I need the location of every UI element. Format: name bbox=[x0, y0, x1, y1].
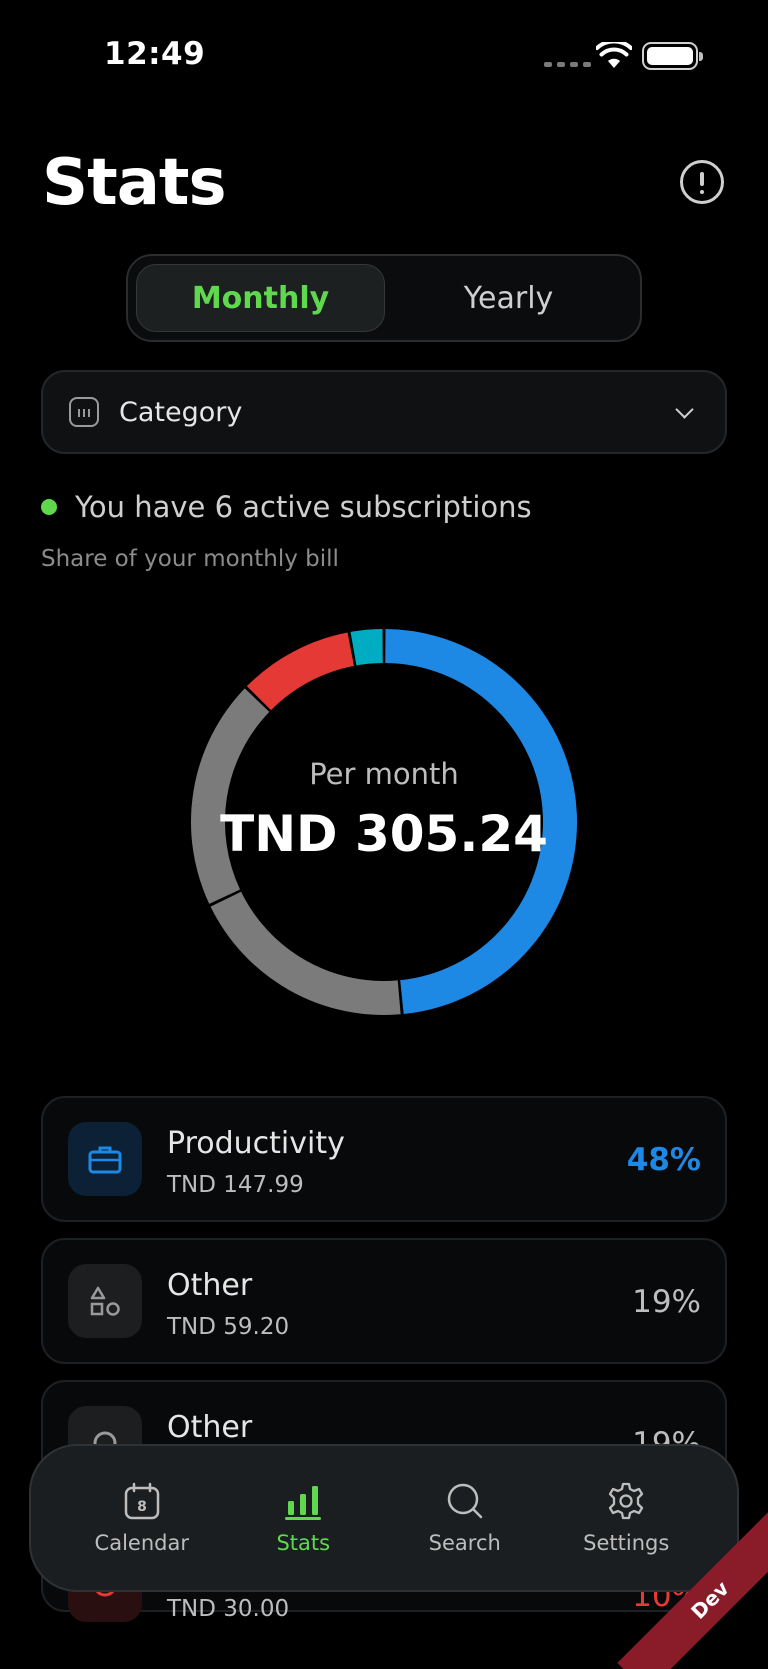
donut-chart: Per month TND 305.24 bbox=[182, 620, 586, 1024]
period-toggle: Monthly Yearly bbox=[126, 254, 642, 342]
status-bar: 12:49 bbox=[0, 0, 768, 110]
calendar-day: 8 bbox=[137, 1499, 147, 1515]
chevron-down-icon bbox=[675, 399, 694, 419]
wifi-icon bbox=[596, 42, 632, 68]
category-amount: TND 147.99 bbox=[167, 1172, 304, 1198]
page-title: Stats bbox=[42, 146, 227, 220]
briefcase-icon bbox=[68, 1122, 142, 1196]
calendar-icon: 8 bbox=[124, 1482, 159, 1520]
category-amount: TND 59.20 bbox=[167, 1314, 290, 1340]
nav-item-stats[interactable]: Stats bbox=[238, 1481, 368, 1555]
category-percent: 19% bbox=[632, 1284, 701, 1320]
stats-icon bbox=[285, 1486, 322, 1520]
nav-label: Settings bbox=[583, 1531, 670, 1555]
tab-yearly[interactable]: Yearly bbox=[385, 264, 632, 332]
group-by-value: Category bbox=[119, 396, 243, 428]
search-icon bbox=[447, 1483, 482, 1519]
status-dot-icon bbox=[41, 499, 57, 515]
group-by-select[interactable]: Category bbox=[41, 370, 727, 454]
category-icon bbox=[69, 397, 99, 427]
bottom-nav: 8 Calendar Stats Search Settings bbox=[29, 1444, 739, 1592]
category-percent: 48% bbox=[626, 1142, 701, 1178]
share-label: Share of your monthly bill bbox=[41, 546, 339, 572]
category-card-other[interactable]: Other TND 59.20 19% bbox=[41, 1238, 727, 1364]
category-name: Other bbox=[167, 1268, 253, 1303]
category-name: Other bbox=[167, 1410, 253, 1445]
cellular-signal-icon bbox=[544, 62, 591, 67]
gear-icon bbox=[609, 1482, 644, 1520]
tab-monthly[interactable]: Monthly bbox=[136, 264, 385, 332]
active-subscriptions: You have 6 active subscriptions bbox=[41, 490, 532, 524]
category-amount: TND 30.00 bbox=[167, 1596, 290, 1622]
nav-label: Stats bbox=[276, 1531, 331, 1555]
nav-item-settings[interactable]: Settings bbox=[561, 1481, 691, 1555]
nav-label: Calendar bbox=[94, 1531, 189, 1555]
per-month-label: Per month bbox=[309, 757, 459, 791]
monthly-total: TND 305.24 bbox=[220, 805, 548, 863]
category-card-productivity[interactable]: Productivity TND 147.99 48% bbox=[41, 1096, 727, 1222]
nav-label: Search bbox=[428, 1531, 501, 1555]
shapes-icon bbox=[68, 1264, 142, 1338]
info-button[interactable] bbox=[680, 160, 724, 204]
nav-item-calendar[interactable]: 8 Calendar bbox=[77, 1481, 207, 1555]
active-subscriptions-text: You have 6 active subscriptions bbox=[75, 490, 532, 524]
status-time: 12:49 bbox=[104, 36, 206, 72]
category-name: Productivity bbox=[167, 1126, 345, 1161]
nav-item-search[interactable]: Search bbox=[400, 1481, 530, 1555]
battery-icon bbox=[642, 42, 703, 70]
donut-center: Per month TND 305.24 bbox=[182, 620, 586, 1024]
